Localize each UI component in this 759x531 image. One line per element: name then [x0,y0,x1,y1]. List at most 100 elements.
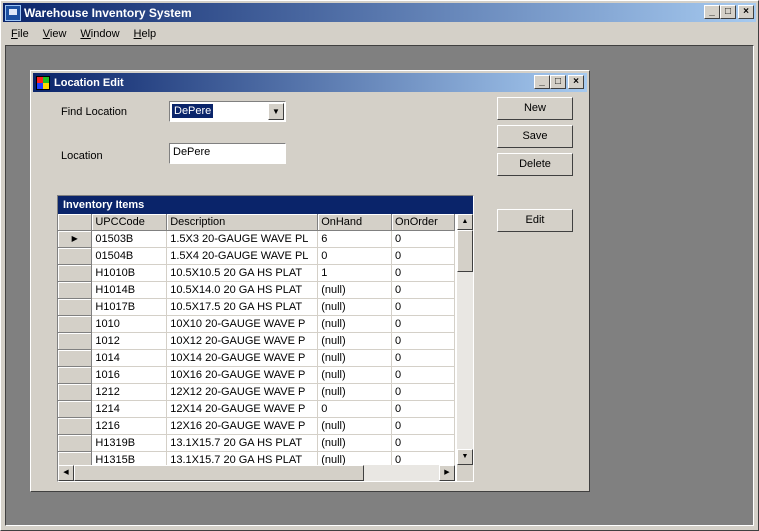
table-row[interactable]: H1017B 10.5X17.5 20 GA HS PLAT (null) 0 [58,298,455,316]
table-row[interactable]: 1014 10X14 20-GAUGE WAVE P (null) 0 [58,349,455,367]
table-cell[interactable]: 0 [391,366,455,384]
horizontal-scrollbar[interactable]: ◀ ▶ [58,465,455,481]
table-cell[interactable]: (null) [317,366,393,384]
table-cell[interactable]: 1016 [91,366,168,384]
table-cell[interactable]: 0 [391,247,455,265]
scroll-up-icon[interactable]: ▲ [457,214,473,230]
table-cell[interactable]: 10X10 20-GAUGE WAVE P [166,315,319,333]
table-cell[interactable]: 0 [317,400,393,418]
table-cell[interactable]: 1.5X3 20-GAUGE WAVE PL [166,230,319,248]
table-cell[interactable]: 1.5X4 20-GAUGE WAVE PL [166,247,319,265]
menu-help[interactable]: Help [126,28,163,40]
find-location-combo[interactable]: DePere ▼ [169,101,286,122]
row-header[interactable]: ▶ [58,230,93,248]
app-titlebar[interactable]: Warehouse Inventory System _ □ × [3,3,756,22]
table-cell[interactable]: (null) [317,383,393,401]
row-header[interactable] [58,349,93,367]
close-button[interactable]: × [738,5,754,19]
minimize-button[interactable]: _ [704,5,720,19]
table-cell[interactable]: 0 [391,434,455,452]
table-cell[interactable]: 0 [317,247,393,265]
vertical-scroll-thumb[interactable] [457,230,473,272]
menu-file[interactable]: File [3,28,35,40]
table-cell[interactable]: 10.5X17.5 20 GA HS PLAT [166,298,319,316]
table-cell[interactable]: 1010 [91,315,168,333]
table-cell[interactable]: 0 [391,451,455,465]
delete-button[interactable]: Delete [497,153,573,176]
scroll-left-icon[interactable]: ◀ [58,465,74,481]
table-cell[interactable]: 01504B [91,247,168,265]
new-button[interactable]: New [497,97,573,120]
location-input[interactable]: DePere [169,143,286,164]
scroll-right-icon[interactable]: ▶ [439,465,455,481]
table-cell[interactable]: 0 [391,264,455,282]
table-cell[interactable]: (null) [317,451,393,465]
table-row[interactable]: 1012 10X12 20-GAUGE WAVE P (null) 0 [58,332,455,350]
table-cell[interactable]: 0 [391,417,455,435]
table-cell[interactable]: H1017B [91,298,168,316]
table-row[interactable]: 01504B 1.5X4 20-GAUGE WAVE PL 0 0 [58,247,455,265]
row-header[interactable] [58,281,93,299]
table-row[interactable]: 1010 10X10 20-GAUGE WAVE P (null) 0 [58,315,455,333]
row-header[interactable] [58,315,93,333]
table-cell[interactable]: H1010B [91,264,168,282]
table-cell[interactable]: 10.5X10.5 20 GA HS PLAT [166,264,319,282]
table-cell[interactable]: (null) [317,281,393,299]
table-row[interactable]: H1014B 10.5X14.0 20 GA HS PLAT (null) 0 [58,281,455,299]
save-button[interactable]: Save [497,125,573,148]
table-row[interactable]: 1016 10X16 20-GAUGE WAVE P (null) 0 [58,366,455,384]
menu-window[interactable]: Window [72,28,125,40]
table-cell[interactable]: 0 [391,298,455,316]
child-maximize-button[interactable]: □ [550,75,566,89]
table-row[interactable]: 1214 12X14 20-GAUGE WAVE P00 [58,400,455,418]
table-cell[interactable]: (null) [317,298,393,316]
table-cell[interactable]: (null) [317,434,393,452]
table-cell[interactable]: 12X14 20-GAUGE WAVE P [166,400,319,418]
column-header[interactable]: UPCCode [91,214,168,231]
table-cell[interactable]: 1014 [91,349,168,367]
row-header[interactable] [58,298,93,316]
table-cell[interactable]: 0 [391,332,455,350]
row-header[interactable] [58,451,93,465]
horizontal-scroll-thumb[interactable] [74,465,364,481]
row-header[interactable] [58,264,93,282]
table-cell[interactable]: 13.1X15.7 20 GA HS PLAT [166,434,319,452]
table-cell[interactable]: 10.5X14.0 20 GA HS PLAT [166,281,319,299]
table-cell[interactable]: 1214 [91,400,168,418]
table-cell[interactable]: 1012 [91,332,168,350]
table-row[interactable]: H1319B 13.1X15.7 20 GA HS PLAT (null) 0 [58,434,455,452]
column-header[interactable]: OnHand [317,214,393,231]
table-cell[interactable]: H1014B [91,281,168,299]
vertical-scrollbar[interactable]: ▲ ▼ [457,214,473,465]
edit-button[interactable]: Edit [497,209,573,232]
child-close-button[interactable]: × [568,75,584,89]
row-header[interactable] [58,400,93,418]
menu-view[interactable]: View [35,28,73,40]
table-cell[interactable]: (null) [317,417,393,435]
table-row[interactable]: H1315B 13.1X15.7 20 GA HS PLAT (null) 0 [58,451,455,465]
column-header[interactable]: Description [166,214,319,231]
table-cell[interactable]: 1 [317,264,393,282]
table-cell[interactable]: 0 [391,400,455,418]
row-header[interactable] [58,417,93,435]
app-icon[interactable] [5,4,21,21]
table-cell[interactable]: (null) [317,315,393,333]
row-header[interactable] [58,247,93,265]
scroll-down-icon[interactable]: ▼ [457,449,473,465]
table-cell[interactable]: 6 [317,230,393,248]
table-cell[interactable]: 0 [391,281,455,299]
child-minimize-button[interactable]: _ [534,75,550,89]
table-cell[interactable]: 10X14 20-GAUGE WAVE P [166,349,319,367]
table-cell[interactable]: 1216 [91,417,168,435]
row-header[interactable] [58,366,93,384]
row-header[interactable] [58,434,93,452]
table-cell[interactable]: (null) [317,349,393,367]
table-cell[interactable]: 0 [391,230,455,248]
table-cell[interactable]: H1319B [91,434,168,452]
form-icon[interactable] [36,75,50,90]
dropdown-arrow-icon[interactable]: ▼ [268,103,284,120]
table-row[interactable]: ▶ 01503B 1.5X3 20-GAUGE WAVE PL 6 0 [58,230,455,248]
table-row[interactable]: H1010B 10.5X10.5 20 GA HS PLAT 1 0 [58,264,455,282]
row-header[interactable] [58,383,93,401]
table-cell[interactable]: 1212 [91,383,168,401]
